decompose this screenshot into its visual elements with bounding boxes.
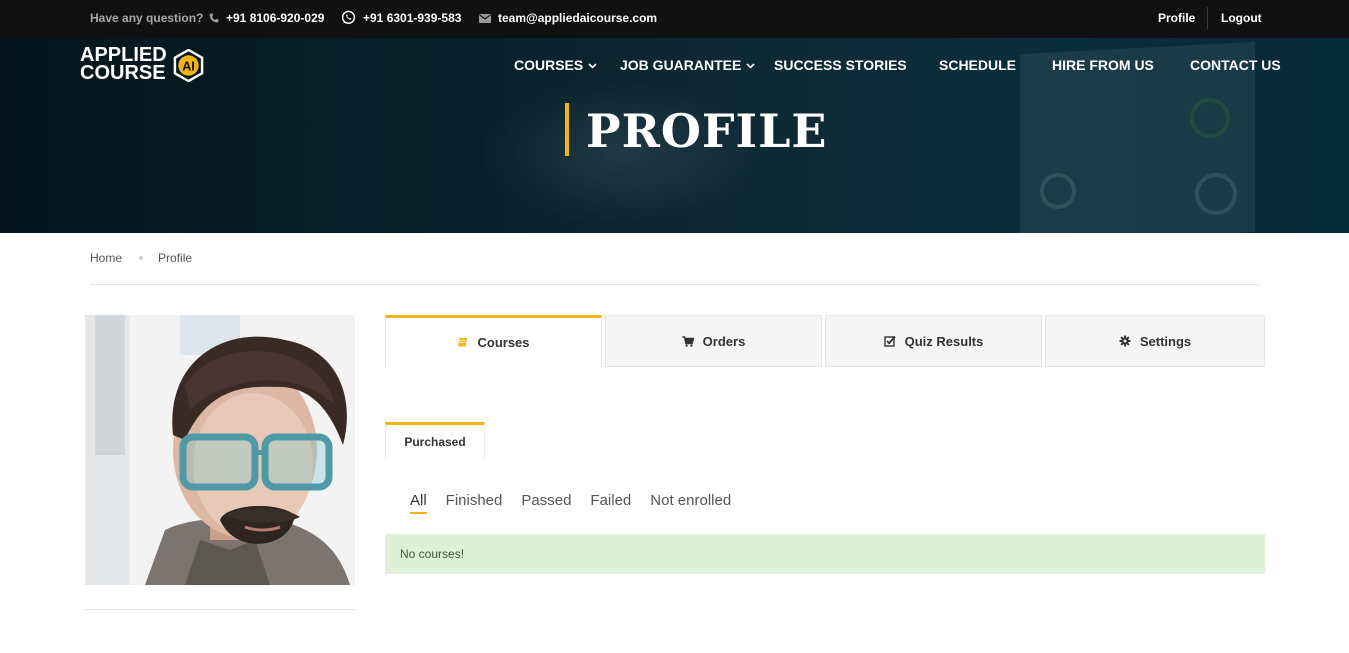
profile-photo [85,315,355,585]
breadcrumb-current: Profile [158,251,193,265]
phone-icon [209,13,219,23]
nav-courses-label: COURSES [514,57,584,73]
tab-courses[interactable]: Courses [385,315,602,367]
applied-course-logo[interactable]: APPLIED COURSE AI [80,45,204,84]
cart-icon [682,335,694,347]
tab-settings-label: Settings [1139,333,1192,349]
tab-orders-label: Orders [702,333,746,349]
filter-all[interactable]: All [410,492,427,514]
email-address: team@appliedaicourse.com [498,11,658,25]
top-contact-bar: Have any question? +91 8106-920-029 +91 … [0,0,1349,38]
filter-passed[interactable]: Passed [521,492,571,509]
chevron-down-icon [746,61,755,72]
logout-link[interactable]: Logout [1221,11,1262,25]
profile-link[interactable]: Profile [1158,11,1195,25]
nav-hire-from-us[interactable]: HIRE FROM US [1052,57,1154,73]
nav-job-guarantee[interactable]: JOB GUARANTEE [620,57,755,73]
phone-contact[interactable]: +91 8106-920-029 [209,11,324,25]
breadcrumb-home[interactable]: Home [90,251,122,265]
book-icon [457,337,468,348]
email-contact[interactable]: team@appliedaicourse.com [479,11,657,25]
gear-icon [1119,335,1131,347]
envelope-icon [479,13,491,23]
nav-success-stories[interactable]: SUCCESS STORIES [774,57,907,73]
question-label: Have any question? [90,11,204,25]
whatsapp-number: +91 6301-939-583 [363,11,462,25]
whatsapp-icon [341,10,356,25]
nav-courses[interactable]: COURSES [514,57,597,73]
whatsapp-contact[interactable]: +91 6301-939-583 [341,9,461,25]
tab-courses-label: Courses [477,335,530,350]
nav-schedule[interactable]: SCHEDULE [939,57,1016,73]
filter-finished[interactable]: Finished [446,492,503,509]
breadcrumb-divider [90,284,1260,285]
no-courses-message: No courses! [385,534,1265,574]
filter-failed[interactable]: Failed [590,492,631,509]
chevron-down-icon [588,61,597,72]
tab-settings[interactable]: Settings [1045,315,1265,367]
breadcrumb: Home Profile [90,251,192,265]
tab-orders[interactable]: Orders [605,315,822,367]
title-accent-bar [565,103,569,156]
course-filter-bar: All Finished Passed Failed Not enrolled [410,492,750,514]
logo-badge-icon: AI [173,49,204,82]
subtab-purchased[interactable]: Purchased [385,422,485,458]
avatar-divider [85,609,355,610]
tab-quiz-results-label: Quiz Results [904,333,984,349]
phone-number: +91 8106-920-029 [226,11,325,25]
nav-contact-us[interactable]: CONTACT US [1190,57,1281,73]
logo-badge-text: AI [182,59,195,73]
breadcrumb-separator [139,256,144,260]
logo-line-2: COURSE [80,62,166,84]
check-square-icon [883,335,896,347]
filter-not-enrolled[interactable]: Not enrolled [650,492,731,509]
tab-quiz-results[interactable]: Quiz Results [825,315,1042,367]
avatar [85,315,355,585]
page-title: PROFILE [586,104,828,158]
nav-job-guarantee-label: JOB GUARANTEE [620,57,742,73]
topbar-divider [1207,7,1208,29]
